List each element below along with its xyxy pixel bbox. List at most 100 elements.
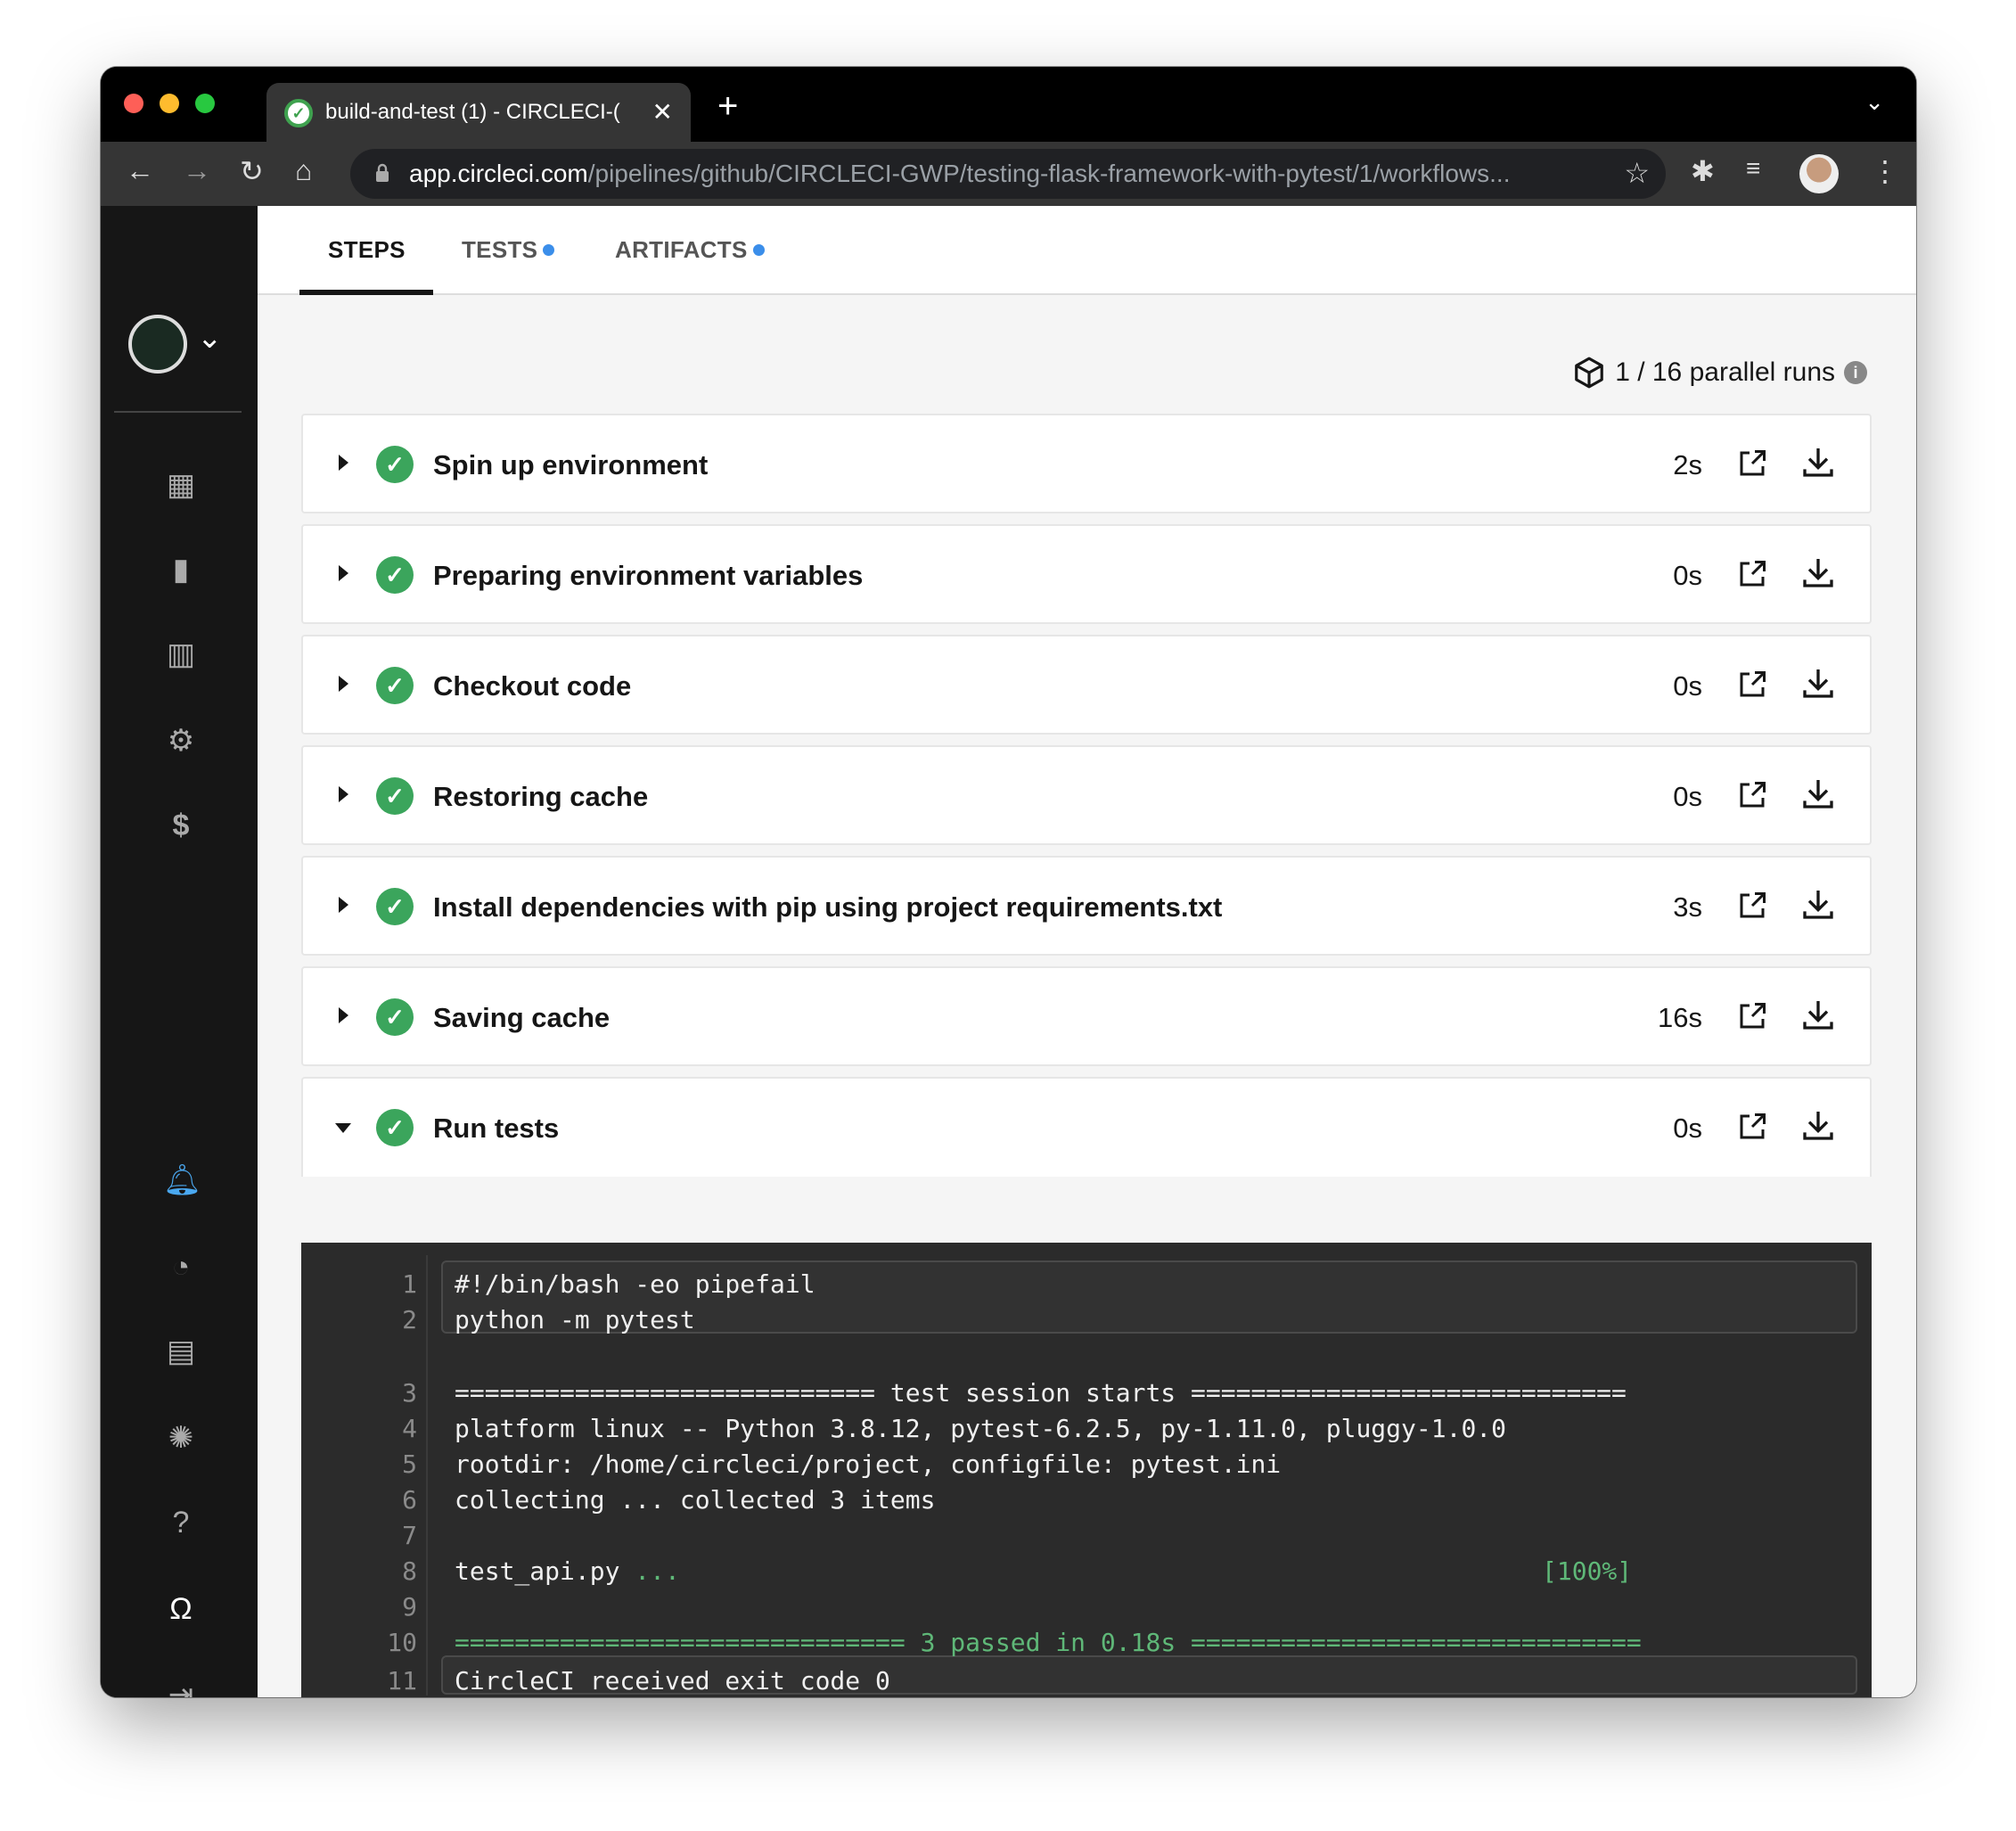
open-external-icon[interactable] [1736, 1000, 1768, 1032]
tab-tests-label: TESTS [462, 236, 538, 263]
test-progress-dots: ... [635, 1556, 680, 1586]
expand-caret-icon[interactable] [339, 565, 348, 581]
tab-title: build-and-test (1) - CIRCLECI-( [325, 100, 620, 124]
active-tab-underline [299, 290, 433, 295]
passed-summary: 3 passed [920, 1628, 1041, 1657]
line-number: 1 [402, 1269, 417, 1299]
step-title: Restoring cache [433, 781, 649, 812]
output-line: ============================== 3 passed … [455, 1628, 1642, 1657]
expand-caret-icon[interactable] [339, 897, 348, 913]
plan-dollar-icon[interactable]: $ [163, 808, 199, 843]
sidebar: ⌄ ▦ ▮ ▥ ⚙ $ 🔔︎ ◔ ▤ ✺ ? Ω ⇥ [101, 206, 258, 1697]
output-line: #!/bin/bash -eo pipefail [455, 1269, 815, 1299]
step-row[interactable]: ✓ Spin up environment 2s [301, 414, 1872, 513]
close-window-button[interactable] [124, 94, 143, 113]
artifacts-indicator-dot [752, 244, 765, 256]
browser-tab[interactable]: ✓ build-and-test (1) - CIRCLECI-( ✕ [266, 83, 691, 142]
download-icon[interactable] [1800, 554, 1836, 590]
duration-summary: in 0.18s [1055, 1628, 1176, 1657]
success-check-icon: ✓ [376, 888, 414, 925]
collapse-caret-icon[interactable] [335, 1123, 351, 1133]
forward-icon[interactable]: → [183, 154, 211, 187]
org-switcher-chevron-icon[interactable]: ⌄ [197, 320, 223, 356]
user-profile-omega-icon[interactable]: Ω [163, 1591, 199, 1627]
bookmark-star-icon[interactable]: ☆ [1624, 156, 1650, 190]
back-icon[interactable]: ← [126, 154, 154, 187]
step-duration: 0s [1673, 781, 1702, 812]
job-details: STEPS TESTS ARTIFACTS 1 / 16 parallel ru… [258, 206, 1916, 1697]
sidebar-divider [114, 411, 242, 413]
success-check-icon: ✓ [376, 446, 414, 483]
line-number: 2 [402, 1305, 417, 1334]
reload-icon[interactable]: ↻ [240, 154, 264, 188]
profile-avatar[interactable] [1799, 154, 1839, 193]
step-row[interactable]: ✓ Install dependencies with pip using pr… [301, 856, 1872, 956]
step-row[interactable]: ✓ Preparing environment variables 0s [301, 524, 1872, 624]
parallel-runs[interactable]: 1 / 16 parallel runs i [1572, 356, 1867, 390]
output-text: test_api.py [455, 1556, 635, 1586]
open-external-icon[interactable] [1736, 890, 1768, 922]
open-external-icon[interactable] [1736, 669, 1768, 701]
step-row[interactable]: ✓ Checkout code 0s [301, 635, 1872, 735]
open-external-icon[interactable] [1736, 558, 1768, 590]
success-check-icon: ✓ [376, 1109, 414, 1146]
download-icon[interactable] [1800, 444, 1836, 480]
settings-gear-icon[interactable]: ⚙ [163, 723, 199, 759]
download-icon[interactable] [1800, 665, 1836, 701]
output-line: CircleCI received exit code 0 [455, 1666, 890, 1696]
line-number: 5 [402, 1449, 417, 1479]
help-icon[interactable]: ? [163, 1505, 199, 1540]
tab-steps[interactable]: STEPS [328, 236, 406, 264]
notifications-bell-icon[interactable]: 🔔︎ [163, 1162, 201, 1198]
output-line: collecting ... collected 3 items [455, 1485, 936, 1515]
home-icon[interactable]: ⌂ [295, 154, 312, 187]
download-icon[interactable] [1800, 886, 1836, 922]
step-row[interactable]: ✓ Run tests 0s [301, 1077, 1872, 1177]
expand-sidebar-icon[interactable]: ⇥ [163, 1677, 199, 1697]
circleci-favicon-icon: ✓ [284, 99, 313, 127]
status-gauge-icon[interactable]: ◔ [163, 1249, 199, 1285]
download-icon[interactable] [1800, 997, 1836, 1032]
download-icon[interactable] [1800, 1107, 1836, 1143]
step-row[interactable]: ✓ Saving cache 16s [301, 966, 1872, 1066]
step-duration: 3s [1673, 891, 1702, 923]
browser-menu-icon[interactable]: ⋮ [1871, 154, 1899, 188]
output-line: rootdir: /home/circleci/project, configf… [455, 1449, 1282, 1479]
info-icon[interactable]: i [1844, 361, 1867, 384]
expand-caret-icon[interactable] [339, 676, 348, 692]
tab-tests[interactable]: TESTS [462, 236, 555, 264]
open-external-icon[interactable] [1736, 447, 1768, 480]
org-avatar[interactable] [128, 315, 187, 374]
address-bar[interactable]: app.circleci.com/pipelines/github/CIRCLE… [350, 149, 1666, 199]
line-gutter [426, 1255, 428, 1696]
download-icon[interactable] [1800, 776, 1836, 811]
reading-list-icon[interactable]: ≡ [1746, 154, 1760, 183]
open-external-icon[interactable] [1736, 779, 1768, 811]
maximize-window-button[interactable] [195, 94, 215, 113]
extensions-puzzle-icon[interactable]: ✱ [1691, 154, 1715, 188]
tab-bar: ✓ build-and-test (1) - CIRCLECI-( ✕ + ⌄ [101, 67, 1916, 142]
dashboard-icon[interactable]: ▦ [163, 467, 199, 503]
tab-artifacts[interactable]: ARTIFACTS [615, 236, 765, 264]
expand-caret-icon[interactable] [339, 455, 348, 471]
projects-book-icon[interactable]: ▮ [163, 552, 199, 587]
step-row[interactable]: ✓ Restoring cache 0s [301, 745, 1872, 845]
success-check-icon: ✓ [376, 777, 414, 815]
line-number: 8 [402, 1556, 417, 1586]
parallel-runs-label: 1 / 16 parallel runs [1615, 357, 1835, 387]
minimize-window-button[interactable] [160, 94, 179, 113]
expand-caret-icon[interactable] [339, 786, 348, 802]
close-tab-icon[interactable]: ✕ [652, 97, 673, 127]
tab-search-chevron-icon[interactable]: ⌄ [1864, 88, 1884, 116]
new-tab-button[interactable]: + [717, 86, 738, 127]
insights-chart-icon[interactable]: ▥ [163, 636, 199, 672]
lock-icon [376, 163, 389, 182]
tab-artifacts-label: ARTIFACTS [615, 236, 748, 263]
community-icon[interactable]: ✺ [163, 1420, 199, 1456]
step-title: Checkout code [433, 670, 632, 702]
step-title: Preparing environment variables [433, 560, 864, 591]
expand-caret-icon[interactable] [339, 1007, 348, 1023]
docs-file-icon[interactable]: ▤ [163, 1334, 199, 1369]
step-duration: 2s [1673, 449, 1702, 480]
open-external-icon[interactable] [1736, 1111, 1768, 1143]
